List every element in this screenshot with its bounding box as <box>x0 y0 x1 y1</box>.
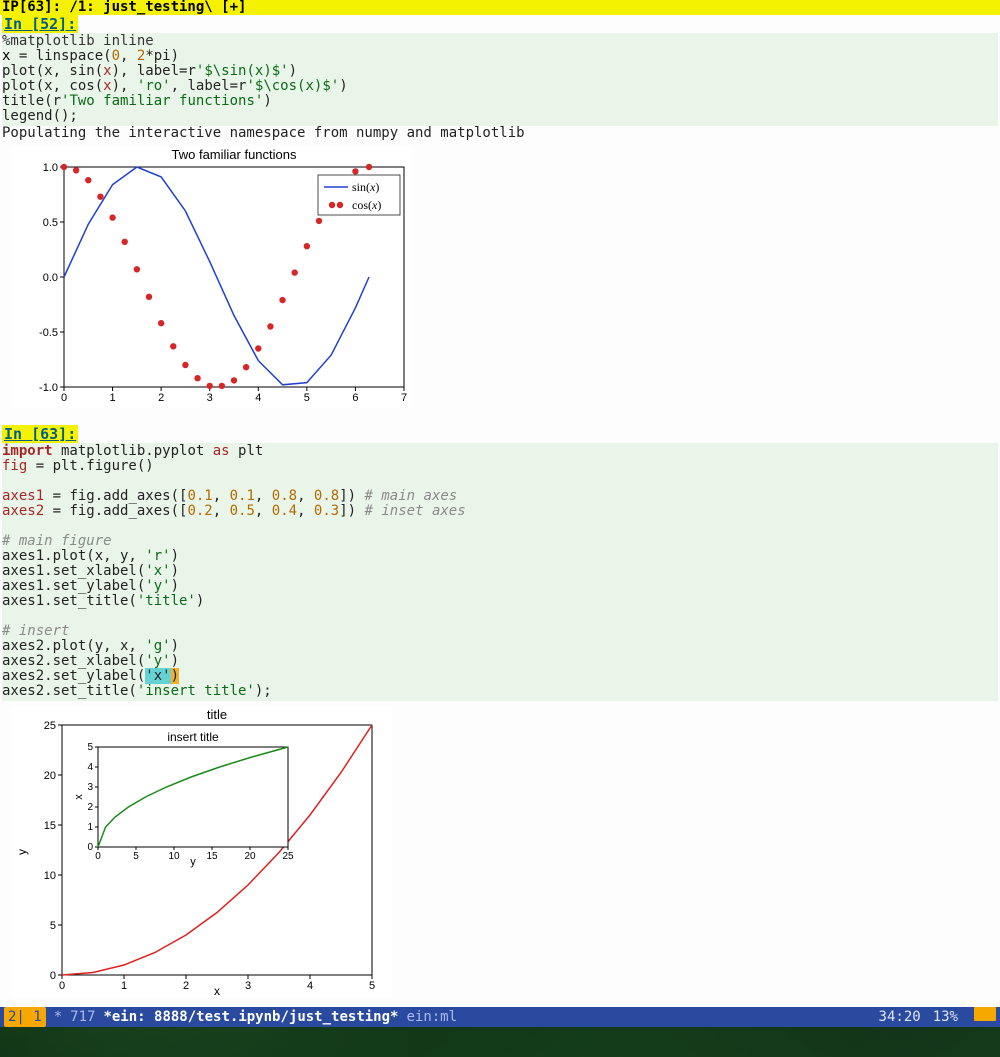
svg-text:5: 5 <box>133 851 139 862</box>
svg-text:5: 5 <box>369 980 375 992</box>
svg-text:title: title <box>207 707 227 722</box>
svg-text:-1.0: -1.0 <box>39 382 58 394</box>
svg-text:5: 5 <box>304 392 310 404</box>
svg-text:20: 20 <box>244 851 256 862</box>
svg-text:10: 10 <box>168 851 180 862</box>
status-indicator-icon <box>974 1007 996 1021</box>
svg-text:insert title: insert title <box>167 730 219 744</box>
cell-prompt-52: In [52]: <box>2 15 78 33</box>
status-cursor-position: 34:20 <box>879 1007 921 1027</box>
svg-text:x: x <box>214 984 220 997</box>
svg-text:y: y <box>15 849 29 855</box>
status-scroll-percent: 13% <box>933 1007 958 1027</box>
svg-text:15: 15 <box>206 851 218 862</box>
svg-text:0: 0 <box>61 392 67 404</box>
status-modified-star: * <box>54 1007 62 1027</box>
svg-text:4: 4 <box>255 392 261 404</box>
svg-text:0: 0 <box>50 970 56 982</box>
status-line-count: 717 <box>70 1007 95 1027</box>
svg-text:0.0: 0.0 <box>43 272 58 284</box>
svg-text:20: 20 <box>44 770 56 782</box>
svg-text:sin(x): sin(x) <box>352 180 379 194</box>
svg-text:1: 1 <box>110 392 116 404</box>
window-titlebar: IP[63]: /1: just_testing\ [+] <box>0 0 1000 15</box>
svg-text:1: 1 <box>87 822 93 833</box>
svg-text:2: 2 <box>158 392 164 404</box>
svg-text:0: 0 <box>95 851 101 862</box>
svg-text:7: 7 <box>401 392 407 404</box>
svg-text:-0.5: -0.5 <box>39 327 58 339</box>
svg-text:3: 3 <box>87 782 93 793</box>
stdout-52: Populating the interactive namespace fro… <box>2 126 998 141</box>
svg-text:5: 5 <box>87 742 93 753</box>
svg-text:1: 1 <box>121 980 127 992</box>
chart-output-63: title x y 012345 0510152025 insert title… <box>2 701 998 1001</box>
text-cursor: ) <box>171 668 179 684</box>
status-mode: ein:ml <box>406 1007 457 1027</box>
svg-text:2: 2 <box>87 802 93 813</box>
svg-text:Two familiar functions: Two familiar functions <box>172 147 297 162</box>
svg-text:6: 6 <box>352 392 358 404</box>
svg-text:25: 25 <box>44 720 56 732</box>
svg-text:4: 4 <box>87 762 93 773</box>
svg-text:25: 25 <box>282 851 294 862</box>
cursor-region: 'x' <box>145 668 170 684</box>
code-cell-52[interactable]: %matplotlib inline x = linspace(0, 2*pi)… <box>2 33 998 126</box>
status-buffer-name: *ein: 8888/test.ipynb/just_testing* <box>103 1007 398 1027</box>
status-badge-left: 2| 1 <box>4 1007 46 1027</box>
svg-text:2: 2 <box>183 980 189 992</box>
svg-text:10: 10 <box>44 870 56 882</box>
svg-text:4: 4 <box>307 980 313 992</box>
editor-buffer[interactable]: In [52]: %matplotlib inline x = linspace… <box>0 15 1000 1007</box>
svg-text:1.0: 1.0 <box>43 162 58 174</box>
svg-text:x: x <box>73 794 85 800</box>
svg-text:3: 3 <box>245 980 251 992</box>
svg-text:0: 0 <box>87 842 93 853</box>
chart-output-52: Two familiar functions 0 1 2 3 4 5 6 7 -1.0 -0.5… <box>2 141 998 411</box>
svg-text:cos(x): cos(x) <box>352 198 381 212</box>
svg-text:y: y <box>190 856 196 868</box>
status-bar: 2| 1 * 717 *ein: 8888/test.ipynb/just_te… <box>0 1007 1000 1027</box>
svg-text:5: 5 <box>50 920 56 932</box>
svg-text:3: 3 <box>207 392 213 404</box>
svg-text:15: 15 <box>44 820 56 832</box>
cell-prompt-63: In [63]: <box>2 425 78 443</box>
svg-text:0.5: 0.5 <box>43 217 58 229</box>
svg-text:0: 0 <box>59 980 65 992</box>
code-cell-63[interactable]: import matplotlib.pyplot as plt fig = pl… <box>2 443 998 701</box>
